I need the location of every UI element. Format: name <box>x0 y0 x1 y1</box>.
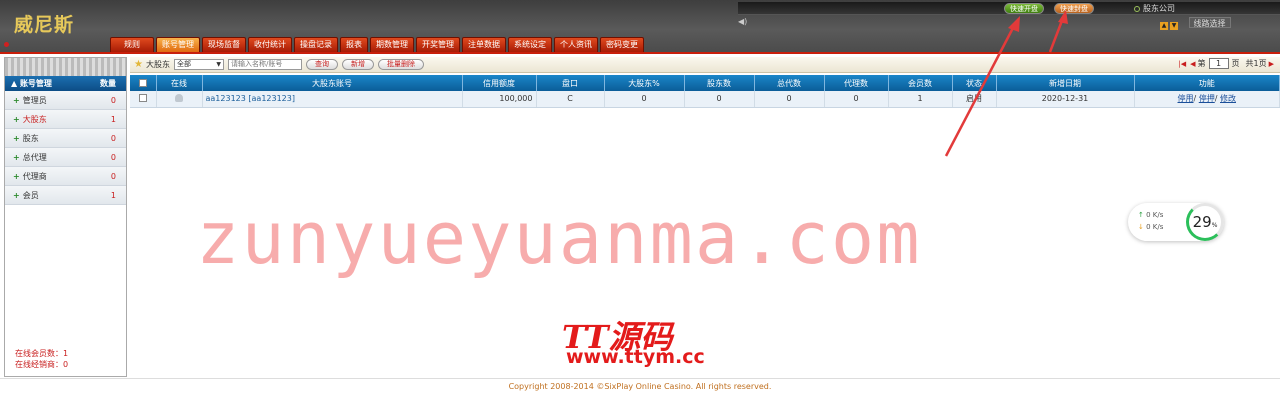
footer-divider <box>0 378 1280 379</box>
annotation-arrowhead-1 <box>1008 16 1020 32</box>
annotation-arrow-1 <box>944 25 1016 157</box>
copyright: Copyright 2008-2014 ©SixPlay Online Casi… <box>508 382 772 391</box>
annotation-arrows <box>944 10 1068 157</box>
annotation-arrow-2 <box>1048 17 1065 53</box>
page-root: 威尼斯 ◀) ▲ ▼ 线路选择 快速开盘 快速封盘 股东公司 规则 账号管理 现场… <box>0 0 1280 406</box>
annotation-arrowhead-2 <box>1058 10 1068 24</box>
